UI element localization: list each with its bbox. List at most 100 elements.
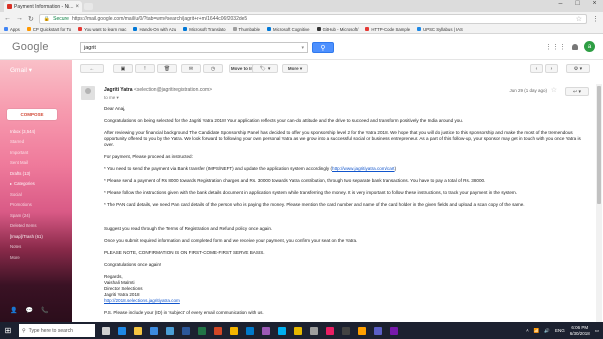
bookmark-item[interactable]: Microsoft Cognitive [267,27,310,32]
sidebar-label-item[interactable]: Spam (24) [10,210,70,221]
maximize-button[interactable]: □ [571,0,584,7]
terminal-icon [342,326,350,335]
reload-icon[interactable]: ↻ [28,15,34,23]
contacts-icon[interactable]: 👤 [10,307,17,314]
bookmark-item[interactable]: GitHub - Microsoft/ [316,27,358,32]
notifications-icon[interactable] [572,43,578,50]
scrollbar[interactable] [596,84,602,322]
taskbar-app[interactable] [242,322,258,339]
newer-button[interactable]: ‹ [530,64,543,73]
sidebar-label-item[interactable]: [Imap]/Trash (61) [10,231,70,242]
sidebar-label-item[interactable]: Categories [10,179,70,190]
reply-button[interactable]: ↩ ▾ [565,87,589,96]
volume-icon[interactable]: 🔊 [544,328,550,334]
sidebar-label-item[interactable]: Notes [10,242,70,253]
bookmark-item[interactable]: UPSC Syllabus | IAS [417,27,463,32]
compose-button[interactable]: COMPOSE [7,109,57,120]
back-to-search-button[interactable]: ← [80,64,104,73]
sidebar-label-item[interactable]: Promotions [10,200,70,211]
labels-button[interactable]: 🏷 ▾ [252,64,278,73]
browser-tab[interactable]: Payment Information - Ni... × [4,1,82,12]
taskbar-app[interactable] [178,322,194,339]
unread-button[interactable]: ✉ [181,64,201,73]
close-window-button[interactable]: × [588,0,601,7]
google-logo[interactable]: Google [12,41,49,53]
report-spam-button[interactable]: ! [135,64,155,73]
sender-name: Jagriti Yatra [104,87,133,93]
taskbar-app[interactable] [290,322,306,339]
sidebar-label-item[interactable]: Deleted Items [10,221,70,232]
bookmark-item[interactable]: Thumbable [232,27,260,32]
taskbar-app[interactable] [258,322,274,339]
taskbar-app[interactable] [274,322,290,339]
url-text: https://mail.google.com/mail/u/0/?tab=wm… [71,15,248,22]
sidebar-label-item[interactable]: Inbox (3,544) [10,126,70,137]
search-input[interactable]: jagrit ▾ [80,42,308,53]
onenote-icon [390,326,398,335]
taskbar-app[interactable] [354,322,370,339]
taskbar-app[interactable] [130,322,146,339]
bookmark-item[interactable]: CP Quickstart for To [26,26,72,32]
more-button[interactable]: More ▾ [282,64,308,73]
taskbar-app[interactable] [98,322,114,339]
secure-label: Secure [53,15,69,22]
bookmark-favicon-icon [267,27,272,31]
back-icon[interactable]: ← [4,15,11,22]
taskbar-app[interactable] [306,322,322,339]
bookmark-label: CP Quickstart for To [32,26,72,32]
search-button[interactable]: ⚲ [312,42,334,53]
language-indicator[interactable]: ENG [555,328,565,333]
bookmark-star-icon[interactable]: ☆ [576,15,582,23]
delete-button[interactable]: 🗑 [157,64,177,73]
sidebar-label-item[interactable]: Sent Mail [10,158,70,169]
taskbar-app[interactable] [322,322,338,339]
archive-button[interactable]: ▣ [113,64,133,73]
tab-close-icon[interactable]: × [75,4,79,10]
sidebar-label-item[interactable]: Important [10,147,70,158]
sidebar-label-item[interactable]: Drafts (13) [10,168,70,179]
settings-button[interactable]: ⚙ ▾ [566,64,590,73]
notification-center-icon[interactable]: ▭ [595,328,599,334]
gmail-menu-label[interactable]: Gmail ▾ [10,66,32,74]
older-button[interactable]: › [545,64,558,73]
phone-icon[interactable]: 📞 [41,307,48,314]
url-field[interactable]: 🔒 Secure https://mail.google.com/mail/u/… [38,13,587,24]
sidebar-label-item[interactable]: More [10,252,70,263]
taskbar-app[interactable] [338,322,354,339]
forward-icon[interactable]: → [16,15,23,22]
minimize-button[interactable]: – [554,0,567,7]
bookmark-item[interactable]: Hands-On with Azu [133,27,176,32]
taskbar-app[interactable] [194,322,210,339]
selections-link[interactable]: http://2018.selections.jagritiyatra.com [104,298,180,303]
taskbar-app[interactable] [114,322,130,339]
search-options-icon[interactable]: ▾ [301,45,304,51]
cart-link[interactable]: http://www.jagritiyatra.com/cart [332,166,395,171]
sidebar-label-item[interactable]: Starred [10,137,70,148]
hangouts-icon[interactable]: 💬 [25,307,32,314]
clock[interactable]: 6:06 PM 6/30/2018 [570,325,590,336]
sidebar-label-item[interactable]: Social [10,189,70,200]
bookmark-item[interactable]: HTTP-Code Sample [365,27,410,32]
start-button[interactable]: ⊞ [0,322,16,339]
taskbar-app[interactable] [146,322,162,339]
snooze-button[interactable]: ◷ [203,64,223,73]
taskbar-search[interactable]: ⚲ Type here to search [19,324,95,337]
browser-menu-icon[interactable]: ⋮ [592,15,599,23]
bookmark-item[interactable]: Apps [4,27,20,32]
taskbar-app[interactable] [370,322,386,339]
taskbar-app[interactable] [162,322,178,339]
apps-grid-icon[interactable]: ⋮⋮⋮ [545,43,566,51]
taskbar-app[interactable] [226,322,242,339]
scrollbar-thumb[interactable] [597,86,601,204]
network-icon[interactable]: 📶 [534,328,540,334]
chevron-up-icon[interactable]: ˄ [526,328,529,333]
bookmark-item[interactable]: Microsoft Translato [183,27,226,32]
account-avatar[interactable]: a [584,41,595,52]
sender[interactable]: Jagriti Yatra <selection@jagritiregistra… [104,87,212,93]
taskbar-app[interactable] [386,322,402,339]
bookmark-item[interactable]: You want to learn mac [78,27,126,32]
recipient-details[interactable]: to me ▾ [104,95,119,101]
star-icon[interactable]: ☆ [551,86,557,94]
taskbar-app[interactable] [210,322,226,339]
new-tab-button[interactable] [84,3,93,10]
